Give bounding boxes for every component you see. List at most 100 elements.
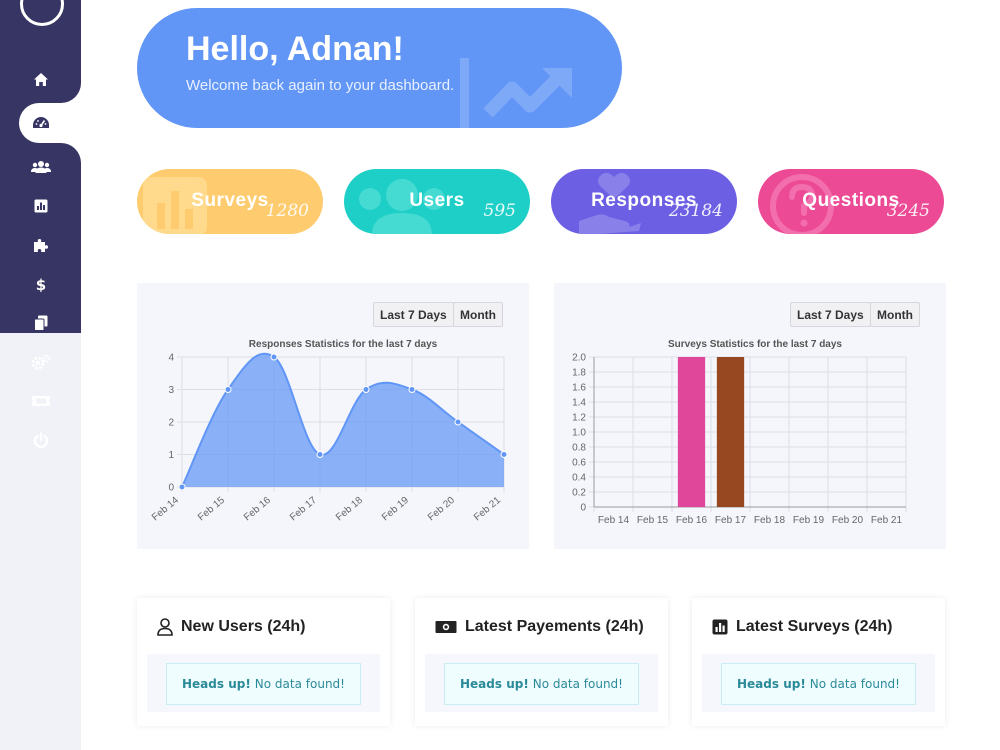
- data-point: [500, 451, 508, 458]
- sidebar-item-home[interactable]: [22, 67, 60, 91]
- y-tick-label: 0.2: [572, 488, 586, 499]
- sidebar-item-payments[interactable]: $: [22, 272, 60, 296]
- card-title: Latest Payements (24h): [465, 618, 644, 635]
- money-icon: [435, 621, 457, 633]
- y-tick-label: 1.6: [572, 383, 586, 394]
- x-tick-label: Feb 16: [242, 495, 273, 524]
- alert-text: No data found!: [809, 677, 900, 691]
- sidebar-item-users[interactable]: [22, 155, 60, 179]
- bar: [677, 357, 706, 507]
- x-tick-label: Feb 19: [793, 515, 825, 526]
- chart-icon: [34, 199, 48, 213]
- data-point: [408, 386, 416, 393]
- puzzle-icon: [34, 239, 48, 252]
- responses-chart-card: Last 7 Days Month Responses Statistics f…: [137, 283, 529, 549]
- dollar-icon: $: [36, 276, 46, 292]
- stat-questions[interactable]: Questions 3245: [758, 169, 944, 234]
- copy-icon: [34, 315, 48, 331]
- x-tick-label: Feb 16: [676, 515, 708, 526]
- users-icon: [31, 161, 51, 173]
- card-body: Heads up! No data found!: [147, 654, 380, 712]
- y-tick-label: 4: [168, 353, 174, 364]
- card-title: New Users (24h): [181, 618, 306, 635]
- x-tick-label: Feb 17: [288, 495, 319, 524]
- latest-payments-card: Latest Payements (24h) Heads up! No data…: [415, 598, 668, 726]
- card-header: New Users (24h): [157, 618, 306, 636]
- sidebar-item-reports[interactable]: [22, 194, 60, 218]
- ticket-icon: [32, 396, 50, 406]
- responses-chart: Responses Statistics for the last 7 days…: [150, 339, 508, 524]
- stat-responses[interactable]: Responses 23184: [551, 169, 737, 234]
- surveys-chart-card: Last 7 Days Month Surveys Statistics for…: [554, 283, 946, 549]
- card-header: Latest Payements (24h): [435, 618, 644, 636]
- no-data-alert: Heads up! No data found!: [444, 663, 639, 705]
- y-tick-label: 0.4: [572, 473, 586, 484]
- x-tick-label: Feb 21: [472, 495, 503, 524]
- card-header: Latest Surveys (24h): [712, 618, 893, 636]
- card-body: Heads up! No data found!: [425, 654, 658, 712]
- y-tick-label: 1.8: [572, 368, 586, 379]
- alert-strong: Heads up!: [737, 677, 806, 691]
- welcome-title: Hello, Adnan!: [186, 30, 404, 68]
- user-icon: [157, 618, 173, 636]
- dashboard-icon: [33, 117, 49, 128]
- x-tick-label: Feb 21: [871, 515, 903, 526]
- x-tick-label: Feb 18: [334, 495, 365, 524]
- alert-strong: Heads up!: [460, 677, 529, 691]
- active-tab-curve-top: [61, 83, 81, 103]
- no-data-alert: Heads up! No data found!: [721, 663, 916, 705]
- welcome-banner: Hello, Adnan! Welcome back again to your…: [137, 8, 622, 128]
- welcome-subtitle: Welcome back again to your dashboard.: [186, 77, 455, 94]
- stat-value: 3245: [886, 201, 930, 221]
- y-tick-label: 1.2: [572, 413, 586, 424]
- data-point: [178, 483, 186, 491]
- y-tick-label: 0: [168, 483, 174, 494]
- sidebar-item-logout[interactable]: [22, 428, 60, 452]
- new-users-card: New Users (24h) Heads up! No data found!: [137, 598, 390, 726]
- alert-strong: Heads up!: [182, 677, 251, 691]
- data-point: [454, 418, 462, 426]
- y-tick-label: 2: [168, 418, 174, 429]
- sidebar-item-pages[interactable]: [22, 311, 60, 335]
- data-point: [270, 353, 278, 361]
- x-tick-label: Feb 14: [598, 515, 630, 526]
- sidebar-item-settings[interactable]: [22, 350, 60, 374]
- stat-value: 1280: [265, 201, 309, 221]
- alert-text: No data found!: [532, 677, 623, 691]
- sidebar-item-integrations[interactable]: [22, 233, 60, 257]
- x-tick-label: Feb 14: [150, 495, 181, 524]
- stat-surveys[interactable]: Surveys 1280: [137, 169, 323, 234]
- stat-value: 23184: [668, 201, 723, 221]
- x-tick-label: Feb 20: [426, 495, 457, 524]
- y-tick-label: 1: [168, 450, 174, 461]
- cogs-icon: [31, 354, 51, 370]
- y-tick-label: 1.0: [572, 428, 586, 439]
- svg-text:$: $: [36, 276, 46, 292]
- x-tick-label: Feb 18: [754, 515, 786, 526]
- chart-square-icon: [712, 619, 728, 635]
- chart-title: Responses Statistics for the last 7 days: [249, 339, 438, 350]
- y-tick-label: 0.8: [572, 443, 586, 454]
- data-point: [224, 386, 232, 393]
- y-tick-label: 2.0: [572, 353, 586, 364]
- alert-text: No data found!: [254, 677, 345, 691]
- surveys-chart: Surveys Statistics for the last 7 days 0 0…: [572, 339, 907, 526]
- data-point: [316, 451, 324, 458]
- y-tick-label: 3: [168, 385, 174, 396]
- sidebar-item-tickets[interactable]: [22, 389, 60, 413]
- data-point: [362, 386, 370, 393]
- y-tick-label: 1.4: [572, 398, 586, 409]
- latest-surveys-card: Latest Surveys (24h) Heads up! No data f…: [692, 598, 945, 726]
- no-data-alert: Heads up! No data found!: [166, 663, 361, 705]
- power-icon: [33, 432, 49, 448]
- home-icon: [34, 72, 48, 86]
- dashboard-page: $ Hello, Adnan! Welcome back again to yo…: [0, 0, 1000, 750]
- x-tick-label: Feb 15: [637, 515, 669, 526]
- card-title: Latest Surveys (24h): [736, 618, 893, 635]
- chart-title: Surveys Statistics for the last 7 days: [668, 339, 842, 350]
- stat-users[interactable]: Users 595: [344, 169, 530, 234]
- stat-value: 595: [483, 201, 516, 221]
- active-tab-curve-bottom: [61, 143, 81, 163]
- card-body: Heads up! No data found!: [702, 654, 935, 712]
- sidebar-item-dashboard[interactable]: [22, 111, 60, 135]
